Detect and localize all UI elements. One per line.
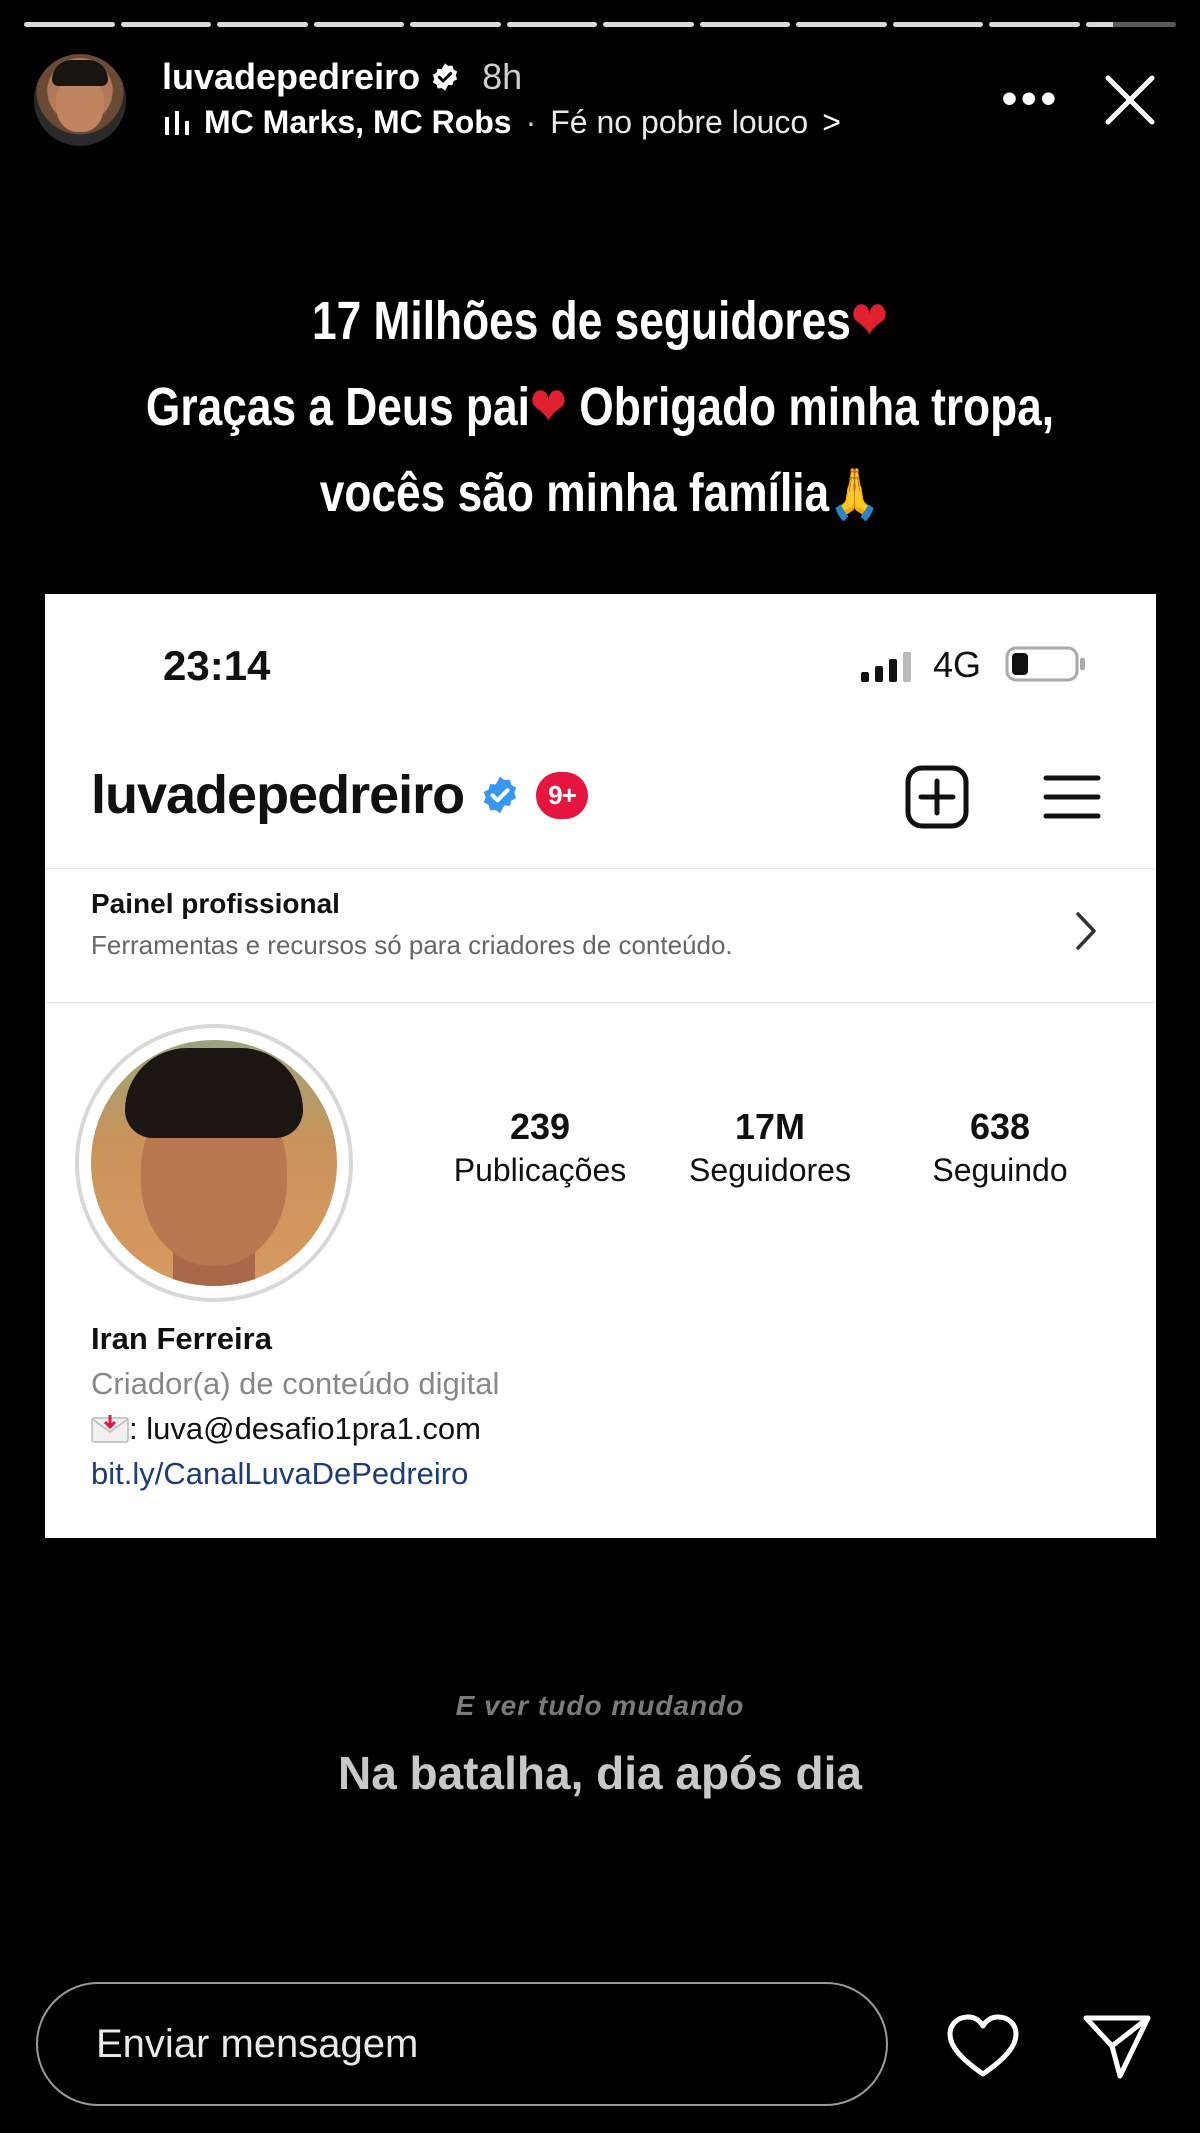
verified-badge-icon (483, 776, 517, 814)
praying-hands-emoji: 🙏 (829, 466, 881, 522)
hamburger-menu-icon[interactable] (1042, 772, 1102, 822)
profile-username[interactable]: luvadepedreiro (91, 764, 465, 826)
heart-icon[interactable] (946, 2014, 1020, 2078)
caption-text: Graças a Deus pai (145, 377, 530, 437)
progress-segment (217, 22, 308, 27)
close-icon[interactable] (1100, 70, 1160, 130)
stat-label: Publicações (453, 1152, 627, 1188)
lyrics-current-line: Na batalha, dia após dia (337, 1747, 863, 1799)
more-options-button[interactable]: ••• (1002, 74, 1060, 124)
profile-stats: 239 Publicações 17M Seguidores 638 Segui… (425, 1106, 1125, 1189)
create-post-icon[interactable] (904, 764, 970, 830)
story-header: luvadepedreiro 8h MC Marks, MC Robs · Fé… (34, 54, 1180, 146)
progress-segment (989, 22, 1080, 27)
progress-segment (24, 22, 115, 27)
caption-text: 17 Milhões de seguidores (311, 291, 851, 351)
chevron-right-icon: > (822, 104, 841, 140)
stat-label: Seguidores (689, 1152, 851, 1188)
profile-full-name: Iran Ferreira (91, 1321, 272, 1356)
profile-link[interactable]: bit.ly/CanalLuvaDePedreiro (91, 1451, 499, 1496)
stat-number: 638 (969, 1106, 1031, 1147)
stat-label: Seguindo (932, 1152, 1068, 1188)
avatar-hair (52, 60, 108, 86)
music-song-title: Fé no pobre louco (550, 104, 809, 140)
stat-number: 17M (734, 1106, 806, 1147)
progress-segment (506, 22, 597, 27)
progress-segment (796, 22, 887, 27)
divider (45, 1002, 1156, 1003)
panel-subtitle: Ferramentas e recursos só para criadores… (91, 930, 733, 960)
caption-line-1: 17 Milhões de seguidores❤ (108, 278, 1092, 364)
caption-line-2: Graças a Deus pai❤ Obrigado minha tropa, (108, 364, 1092, 450)
story-time-ago: 8h (482, 56, 523, 97)
story-caption: 17 Milhões de seguidores❤ Graças a Deus … (108, 278, 1092, 537)
story-username[interactable]: luvadepedreiro (162, 56, 420, 98)
send-icon[interactable] (1082, 2012, 1152, 2080)
posts-count[interactable]: 239 Publicações (425, 1106, 655, 1189)
profile-photo (91, 1040, 337, 1286)
following-count[interactable]: 638 Seguindo (885, 1106, 1115, 1189)
profile-picture[interactable] (75, 1024, 353, 1302)
chevron-right-icon (1076, 912, 1096, 950)
progress-segment (699, 22, 790, 27)
cell-signal-icon (861, 652, 911, 682)
envelope-icon (91, 1415, 129, 1443)
status-clock: 23:14 (163, 642, 271, 689)
profile-bio: Iran Ferreira Criador(a) de conteúdo dig… (91, 1316, 499, 1496)
profile-screenshot: 23:14 4G luvadepedreiro 9+ Painel profis… (45, 594, 1156, 1538)
progress-segment (410, 22, 501, 27)
story-progress-bar (24, 22, 1176, 27)
avatar[interactable] (34, 54, 126, 146)
profile-username-row[interactable]: luvadepedreiro 9+ (91, 764, 588, 826)
progress-segment (120, 22, 211, 27)
stat-number: 239 (509, 1106, 571, 1147)
profile-header: luvadepedreiro 9+ (91, 764, 1110, 830)
professional-dashboard-link[interactable]: Painel profissional Ferramentas e recurs… (91, 870, 1110, 974)
caption-text: vocês são minha família (319, 463, 830, 523)
progress-segment (313, 22, 404, 27)
music-bars-icon (165, 110, 189, 135)
music-separator: · (525, 104, 537, 140)
caption-text: Obrigado minha tropa, (566, 377, 1055, 437)
send-message-input[interactable]: Enviar mensagem (36, 1982, 888, 2106)
photo-hair (125, 1048, 303, 1138)
phone-status-bar: 23:14 4G (45, 642, 1156, 689)
heart-emoji: ❤ (850, 291, 888, 351)
profile-email: : luva@desafio1pra1.com (129, 1411, 481, 1446)
panel-title: Painel profissional (91, 888, 340, 919)
progress-segment-current (1085, 22, 1176, 27)
battery-icon (1005, 646, 1085, 682)
profile-email-line[interactable]: : luva@desafio1pra1.com (91, 1406, 499, 1451)
progress-segment (603, 22, 694, 27)
story-username-row[interactable]: luvadepedreiro 8h (162, 56, 522, 98)
heart-emoji: ❤ (529, 377, 567, 437)
lyrics-previous-line: E ver tudo mudando (455, 1690, 745, 1721)
notification-badge[interactable]: 9+ (536, 771, 588, 819)
message-placeholder: Enviar mensagem (96, 2022, 419, 2066)
divider (45, 868, 1156, 869)
caption-line-3: vocês são minha família🙏 (108, 450, 1092, 537)
progress-segment (892, 22, 983, 27)
followers-count[interactable]: 17M Seguidores (655, 1106, 885, 1189)
network-type: 4G (933, 644, 982, 685)
verified-badge-icon (432, 63, 458, 91)
music-artists: MC Marks, MC Robs (204, 104, 512, 140)
music-attribution[interactable]: MC Marks, MC Robs · Fé no pobre louco > (164, 104, 841, 141)
profile-category: Criador(a) de conteúdo digital (91, 1366, 500, 1401)
